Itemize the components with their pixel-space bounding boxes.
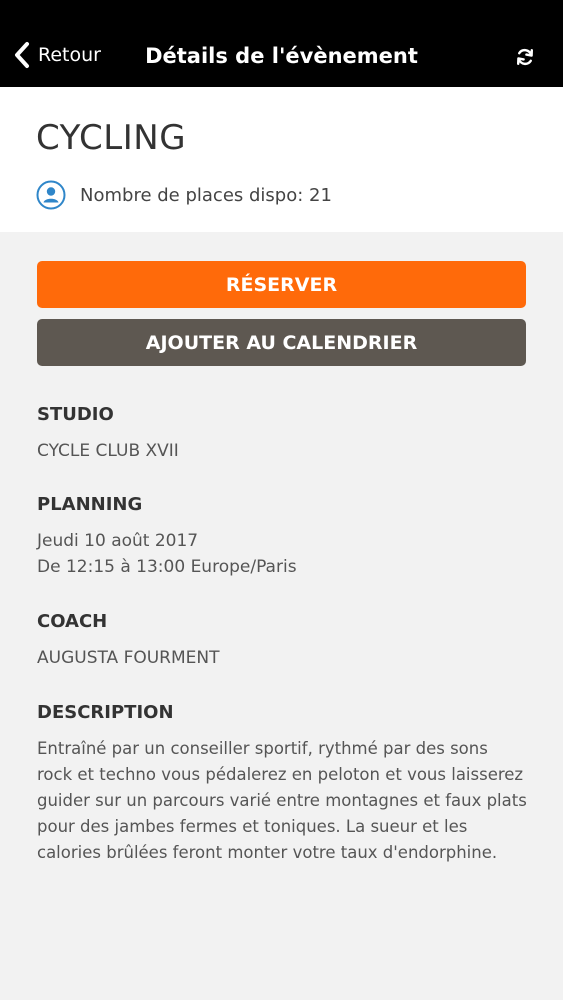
description-label: DESCRIPTION (37, 702, 174, 723)
studio-label: STUDIO (37, 404, 114, 425)
planning-label: PLANNING (37, 494, 143, 515)
planning-time: De 12:15 à 13:00 Europe/Paris (37, 557, 297, 577)
event-details-screen: Retour Détails de l'évènement CYCLING No… (0, 0, 563, 1000)
description-text: Entraîné par un conseiller sportif, ryth… (37, 739, 527, 862)
refresh-icon (515, 47, 535, 67)
coach-value: AUGUSTA FOURMENT (37, 648, 220, 668)
event-header: CYCLING Nombre de places dispo: 21 (0, 87, 563, 232)
refresh-button[interactable] (515, 47, 535, 67)
page-title: Détails de l'évènement (145, 44, 418, 68)
places-count-text: Nombre de places dispo: 21 (80, 184, 332, 206)
available-places: Nombre de places dispo: 21 (36, 180, 332, 210)
add-to-calendar-button[interactable]: AJOUTER AU CALENDRIER (37, 319, 526, 366)
planning-date: Jeudi 10 août 2017 (37, 531, 199, 551)
coach-label: COACH (37, 611, 108, 632)
event-title: CYCLING (36, 118, 187, 158)
user-circle-icon (36, 180, 66, 210)
studio-value: CYCLE CLUB XVII (37, 441, 179, 461)
navigation-bar: Retour Détails de l'évènement (0, 0, 563, 87)
reserve-button[interactable]: RÉSERVER (37, 261, 526, 308)
